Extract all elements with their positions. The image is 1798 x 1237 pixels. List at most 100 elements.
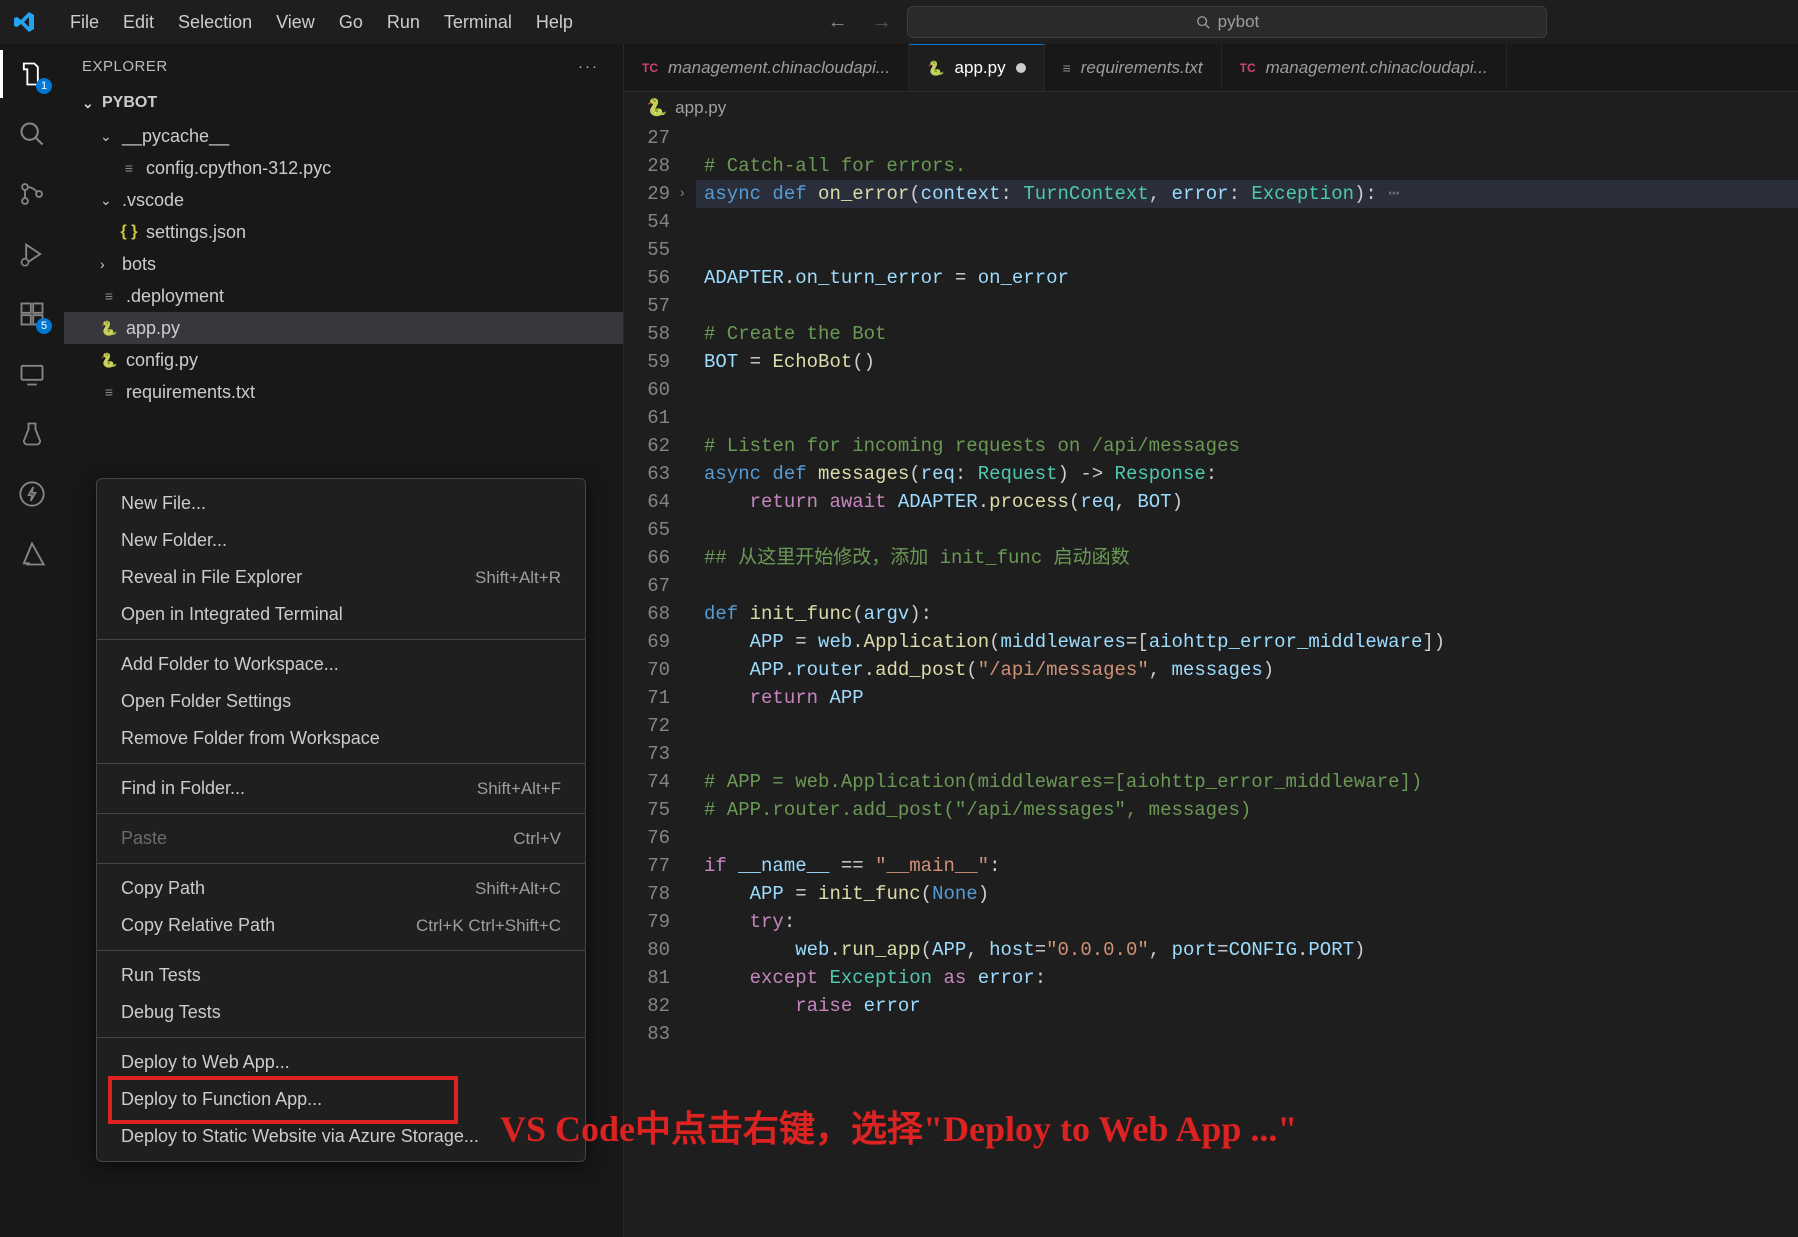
ctx-copy-path[interactable]: Copy PathShift+Alt+C (97, 870, 585, 907)
ctx-shortcut: Shift+Alt+C (475, 879, 561, 899)
ctx-label: Find in Folder... (121, 778, 245, 799)
ctx-open-folder-settings[interactable]: Open Folder Settings (97, 683, 585, 720)
menu-help[interactable]: Help (524, 6, 585, 39)
menu-terminal[interactable]: Terminal (432, 6, 524, 39)
code-content[interactable]: # Catch-all for errors.›async def on_err… (696, 124, 1798, 1237)
ctx-label: New File... (121, 493, 206, 514)
tab-management-chinacloudapi---[interactable]: TCmanagement.chinacloudapi... (624, 44, 909, 91)
tab-management-chinacloudapi---[interactable]: TCmanagement.chinacloudapi... (1222, 44, 1507, 91)
tree-item-app-py[interactable]: 🐍app.py (64, 312, 623, 344)
code-editor[interactable]: 2728295455565758596061626364656667686970… (624, 124, 1798, 1237)
chevron-down-icon: ⌄ (100, 128, 114, 145)
tree-item-config-cpython-312-pyc[interactable]: ≡config.cpython-312.pyc (64, 152, 623, 184)
ctx-remove-folder-from-workspace[interactable]: Remove Folder from Workspace (97, 720, 585, 757)
ctx-separator (97, 1037, 585, 1038)
tree-item-label: requirements.txt (126, 382, 255, 403)
sidebar-title: EXPLORER (82, 58, 168, 75)
tree-item-label: __pycache__ (122, 126, 229, 147)
tree-item-label: .deployment (126, 286, 224, 307)
ctx-label: Open in Integrated Terminal (121, 604, 343, 625)
ctx-reveal-in-file-explorer[interactable]: Reveal in File ExplorerShift+Alt+R (97, 559, 585, 596)
fold-icon[interactable]: › (678, 180, 686, 208)
menu-go[interactable]: Go (327, 6, 375, 39)
activity-remote-icon[interactable] (14, 356, 50, 392)
activity-thunder-icon[interactable] (14, 476, 50, 512)
menu-run[interactable]: Run (375, 6, 432, 39)
tree-item--vscode[interactable]: ⌄.vscode (64, 184, 623, 216)
ctx-shortcut: Ctrl+K Ctrl+Shift+C (416, 916, 561, 936)
ctx-paste: Paste Ctrl+V (97, 820, 585, 857)
tree-item-config-py[interactable]: 🐍config.py (64, 344, 623, 376)
search-text: pybot (1218, 12, 1260, 32)
tree-item--deployment[interactable]: ≡.deployment (64, 280, 623, 312)
annotation-text: VS Code中点击右键，选择"Deploy to Web App ..." (500, 1100, 1297, 1152)
ctx-separator (97, 950, 585, 951)
tab-app-py[interactable]: 🐍 app.py (909, 44, 1044, 91)
activity-testing-icon[interactable] (14, 416, 50, 452)
menu-view[interactable]: View (264, 6, 327, 39)
more-icon[interactable]: ··· (578, 58, 599, 75)
activity-bar: 1 5 (0, 44, 64, 1237)
nav-forward-icon[interactable]: → (871, 11, 891, 34)
activity-search-icon[interactable] (14, 116, 50, 152)
ctx-deploy-to-web-app---[interactable]: Deploy to Web App... (97, 1044, 585, 1081)
tab-label: management.chinacloudapi... (1266, 58, 1488, 78)
ctx-open-in-integrated-terminal[interactable]: Open in Integrated Terminal (97, 596, 585, 633)
extensions-badge: 5 (36, 318, 52, 334)
ctx-separator (97, 639, 585, 640)
tree-item---pycache--[interactable]: ⌄ __pycache__ (64, 120, 623, 152)
ctx-add-folder-to-workspace---[interactable]: Add Folder to Workspace... (97, 646, 585, 683)
activity-debug-icon[interactable] (14, 236, 50, 272)
breadcrumb[interactable]: 🐍 app.py (624, 92, 1798, 124)
ctx-new-folder---[interactable]: New Folder... (97, 522, 585, 559)
sidebar-header: EXPLORER ··· (64, 44, 623, 88)
explorer-badge: 1 (36, 78, 52, 94)
root-label: PYBOT (102, 94, 157, 112)
tab-label: app.py (955, 58, 1006, 78)
ctx-label: Run Tests (121, 965, 201, 986)
menu-edit[interactable]: Edit (111, 6, 166, 39)
ctx-shortcut: Ctrl+V (513, 829, 561, 849)
python-file-icon: 🐍 (100, 352, 118, 369)
menu-selection[interactable]: Selection (166, 6, 264, 39)
activity-extensions-icon[interactable]: 5 (14, 296, 50, 332)
context-menu: New File... New Folder... Reveal in File E… (96, 478, 586, 1162)
python-file-icon: 🐍 (927, 60, 944, 77)
tree-item-settings-json[interactable]: { }settings.json (64, 216, 623, 248)
ctx-label: Debug Tests (121, 1002, 221, 1023)
ctx-label: Reveal in File Explorer (121, 567, 302, 588)
ctx-label: Copy Relative Path (121, 915, 275, 936)
ctx-label: Paste (121, 828, 167, 849)
ctx-new-file---[interactable]: New File... (97, 485, 585, 522)
menu-file[interactable]: File (58, 6, 111, 39)
vscode-logo-icon (12, 10, 36, 34)
file-icon: ≡ (100, 384, 118, 400)
search-icon (1196, 15, 1210, 29)
activity-azure-icon[interactable] (14, 536, 50, 572)
tree-item-bots[interactable]: ›bots (64, 248, 623, 280)
ctx-label: Deploy to Web App... (121, 1052, 290, 1073)
ctx-run-tests[interactable]: Run Tests (97, 957, 585, 994)
ctx-label: Deploy to Static Website via Azure Stora… (121, 1126, 479, 1147)
ctx-label: Remove Folder from Workspace (121, 728, 380, 749)
text-file-icon: ≡ (1063, 60, 1071, 76)
titlebar: FileEditSelectionViewGoRunTerminalHelp ←… (0, 0, 1798, 44)
ctx-copy-relative-path[interactable]: Copy Relative Path Ctrl+K Ctrl+Shift+C (97, 907, 585, 944)
activity-explorer-icon[interactable]: 1 (14, 56, 50, 92)
ctx-label: Add Folder to Workspace... (121, 654, 339, 675)
ctx-label: New Folder... (121, 530, 227, 551)
file-icon: ≡ (120, 160, 138, 176)
sidebar-root[interactable]: ⌄ PYBOT (64, 88, 623, 118)
python-file-icon: 🐍 (646, 98, 667, 118)
nav-back-icon[interactable]: ← (827, 11, 847, 34)
ctx-debug-tests[interactable]: Debug Tests (97, 994, 585, 1031)
json-file-icon: { } (120, 223, 138, 241)
command-center[interactable]: pybot (907, 6, 1547, 38)
tree-item-requirements-txt[interactable]: ≡ requirements.txt (64, 376, 623, 408)
ctx-shortcut: Shift+Alt+F (477, 779, 561, 799)
editor-tabs: TCmanagement.chinacloudapi...🐍app.py≡req… (624, 44, 1798, 92)
tc-file-icon: TC (642, 61, 658, 75)
activity-scm-icon[interactable] (14, 176, 50, 212)
ctx-find-in-folder---[interactable]: Find in Folder... Shift+Alt+F (97, 770, 585, 807)
tab-requirements-txt[interactable]: ≡requirements.txt (1045, 44, 1222, 91)
